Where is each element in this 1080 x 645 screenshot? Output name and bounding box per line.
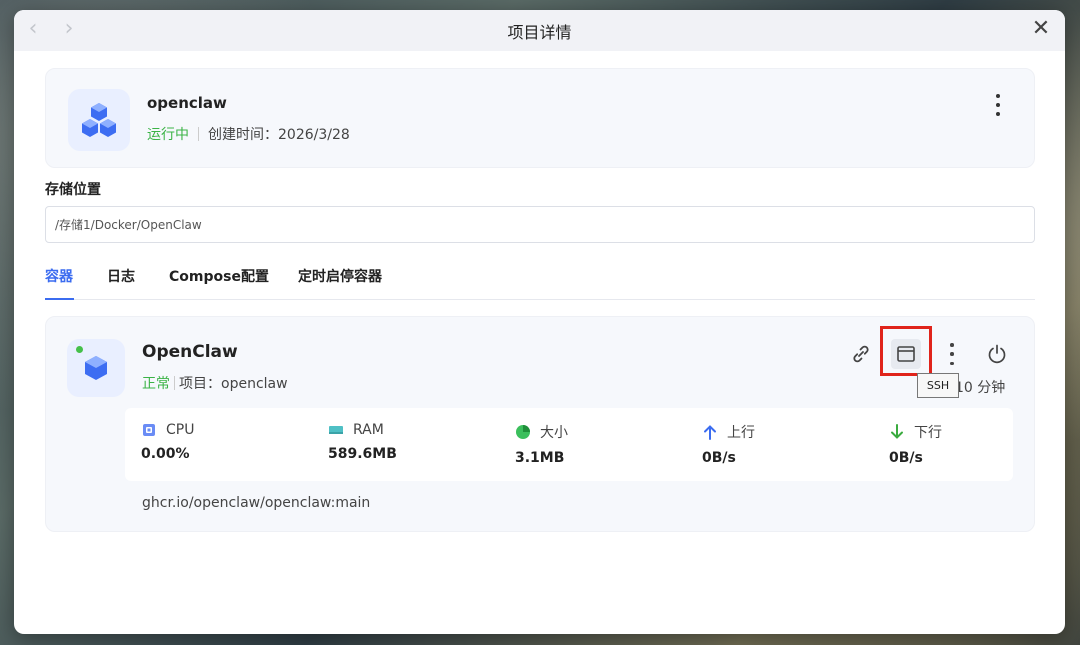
- project-detail-window: ‹ › 项目详情 ✕ openclaw 运行中 创建时间：2026/3/28 存…: [14, 10, 1065, 634]
- container-meta: 正常 项目：openclaw: [142, 373, 288, 393]
- back-icon[interactable]: ‹: [22, 18, 44, 41]
- stat-size: 大小 3.1MB: [515, 422, 568, 466]
- project-status: 运行中: [147, 127, 189, 143]
- container-more-button[interactable]: [937, 339, 967, 369]
- arrow-down-icon: [889, 424, 905, 440]
- container-project: 项目：openclaw: [179, 376, 288, 392]
- stat-label: 大小: [540, 425, 568, 441]
- stat-download: 下行 0B/s: [889, 422, 942, 466]
- cpu-icon: [141, 422, 157, 438]
- close-icon[interactable]: ✕: [1029, 18, 1053, 42]
- project-card: openclaw 运行中 创建时间：2026/3/28: [45, 68, 1035, 168]
- storage-label: 存储位置: [45, 182, 101, 198]
- tab-scheduled-start-stop[interactable]: 定时启停容器: [298, 266, 382, 286]
- stat-value: 589.6MB: [328, 446, 397, 462]
- project-created: 创建时间：2026/3/28: [208, 127, 350, 143]
- arrow-up-icon: [702, 424, 718, 440]
- container-name: OpenClaw: [142, 342, 238, 362]
- container-card[interactable]: OpenClaw 正常 项目：openclaw 10 分钟 SSH CPU 0.…: [45, 316, 1035, 532]
- link-button[interactable]: [846, 339, 876, 369]
- tab-logs[interactable]: 日志: [107, 266, 135, 286]
- link-icon: [853, 345, 869, 363]
- divider: [198, 127, 199, 141]
- tab-containers[interactable]: 容器: [45, 266, 73, 286]
- ssh-highlight-box: [880, 326, 932, 376]
- stat-value: 0B/s: [889, 450, 923, 466]
- project-meta: 运行中 创建时间：2026/3/28: [147, 124, 350, 144]
- power-button[interactable]: [982, 339, 1012, 369]
- stat-value: 0.00%: [141, 446, 190, 462]
- stat-label: RAM: [353, 422, 384, 438]
- stat-label: CPU: [166, 422, 195, 438]
- container-image: ghcr.io/openclaw/openclaw:main: [142, 495, 371, 511]
- running-status-dot: [76, 346, 83, 353]
- active-tab-indicator: [45, 298, 74, 300]
- ram-icon: [328, 422, 344, 438]
- pie-icon: [515, 424, 531, 440]
- storage-path-field[interactable]: [45, 206, 1035, 243]
- more-dot: [950, 361, 954, 365]
- more-dot: [996, 102, 1000, 107]
- cubes-icon: [68, 89, 130, 151]
- container-stats-panel: CPU 0.00% RAM 589.6MB 大小 3.1MB 上行 0B/s 下…: [125, 408, 1013, 481]
- stat-ram: RAM 589.6MB: [328, 422, 397, 462]
- more-dot: [996, 112, 1000, 117]
- container-uptime: 10 分钟: [955, 380, 1006, 396]
- project-name: openclaw: [147, 94, 227, 112]
- stat-label: 下行: [914, 425, 942, 441]
- stat-upload: 上行 0B/s: [702, 422, 755, 466]
- more-dot: [950, 343, 954, 347]
- stat-value: 0B/s: [702, 450, 736, 466]
- stat-value: 3.1MB: [515, 450, 565, 466]
- stat-cpu: CPU 0.00%: [141, 422, 194, 462]
- stat-label: 上行: [727, 425, 755, 441]
- ssh-tooltip: SSH: [917, 373, 959, 398]
- more-dot: [950, 352, 954, 356]
- divider: [174, 376, 175, 390]
- window-title: 项目详情: [507, 22, 572, 42]
- tab-compose-config[interactable]: Compose配置: [169, 266, 269, 286]
- container-status: 正常: [142, 376, 170, 392]
- more-dot: [996, 93, 1000, 98]
- power-icon: [988, 344, 1006, 364]
- title-bar: ‹ › 项目详情 ✕: [14, 10, 1065, 51]
- project-more-button[interactable]: [988, 91, 1008, 119]
- tab-bar: 容器 日志 Compose配置 定时启停容器: [45, 263, 1035, 300]
- forward-icon[interactable]: ›: [58, 18, 80, 41]
